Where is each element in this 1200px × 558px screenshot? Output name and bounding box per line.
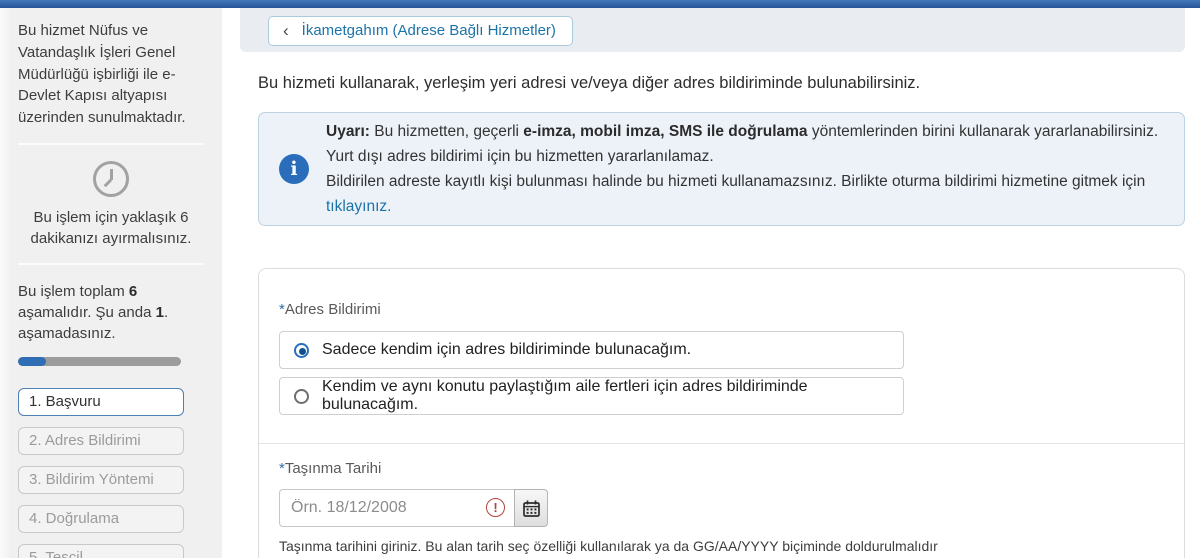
service-provider-note: Bu hizmet Nüfus ve Vatandaşlık İşleri Ge… [18,22,186,126]
radio-unselected-icon [294,388,309,404]
address-notification-field: *Adres Bildirimi Sadece kendim için adre… [279,301,1164,415]
duration-section: Bu işlem için yaklaşık 6 dakikanızı ayır… [18,145,204,249]
form-section-divider [259,443,1184,444]
date-help-text: Taşınma tarihini giriniz. Bu alan tarih … [279,538,938,554]
e-devlet-service-page: Bu hizmet Nüfus ve Vatandaşlık İşleri Ge… [0,0,1200,558]
radio-option-label: Sadece kendim için adres bildiriminde bu… [322,341,692,358]
steps-summary: Bu işlem toplam 6 aşamalıdır. Şu anda 1.… [18,282,169,342]
back-button-label: İkametgahım (Adrese Bağlı Hizmetler) [301,22,556,39]
service-description: Bu hizmeti kullanarak, yerleşim yeri adr… [258,74,921,92]
moving-date-field: *Taşınma Tarihi ! [279,460,1164,554]
top-accent-bar [0,0,1200,8]
header-strip: ‹ İkametgahım (Adrese Bağlı Hizmetler) [240,8,1185,52]
back-button[interactable]: ‹ İkametgahım (Adrese Bağlı Hizmetler) [268,16,573,46]
application-form-panel: *Adres Bildirimi Sadece kendim için adre… [258,268,1185,558]
tiklayiniz-link[interactable]: tıklayınız. [326,198,391,215]
warning-line-3: Bildirilen adreste kayıtlı kişi bulunmas… [326,173,1146,216]
warning-line-2: Yurt dışı adres bildirimi için bu hizmet… [326,147,714,165]
moving-date-input[interactable] [279,489,514,527]
warning-info-box: i Uyarı: Bu hizmetten, geçerli e-imza, m… [258,112,1185,226]
warning-text: Uyarı: Bu hizmetten, geçerli e-imza, mob… [326,119,1164,219]
calendar-button[interactable] [514,489,548,527]
step-basvuru[interactable]: 1. Başvuru [18,387,184,416]
duration-note: Bu işlem için yaklaşık 6 dakikanızı ayır… [30,208,192,247]
step-bildirim-yontemi[interactable]: 3. Bildirim Yöntemi [18,465,184,494]
date-input-group: ! [279,489,1164,527]
address-field-label: *Adres Bildirimi [279,301,381,318]
wizard-steps: 1. Başvuru 2. Adres Bildirimi 3. Bildiri… [18,366,204,558]
radio-option-self-only[interactable]: Sadece kendim için adres bildiriminde bu… [279,331,904,369]
warning-line-1: Uyarı: Bu hizmetten, geçerli e-imza, mob… [326,122,1159,140]
clock-icon [93,160,129,197]
info-icon: i [279,154,309,184]
calendar-icon [522,500,540,517]
step-adres-bildirimi[interactable]: 2. Adres Bildirimi [18,426,184,455]
radio-selected-icon [294,342,309,358]
chevron-left-icon: ‹ [283,21,289,40]
sidebar: Bu hizmet Nüfus ve Vatandaşlık İşleri Ge… [0,8,222,558]
date-field-label: *Taşınma Tarihi [279,460,382,477]
progress-bar-fill [18,356,46,366]
step-dogrulama[interactable]: 4. Doğrulama [18,504,184,533]
error-exclamation-icon: ! [486,498,505,517]
radio-option-family[interactable]: Kendim ve aynı konutu paylaştığım aile f… [279,377,904,415]
progress-bar [18,356,181,366]
step-tescil[interactable]: 5. Tescil [18,543,184,558]
radio-option-label: Kendim ve aynı konutu paylaştığım aile f… [322,378,808,413]
